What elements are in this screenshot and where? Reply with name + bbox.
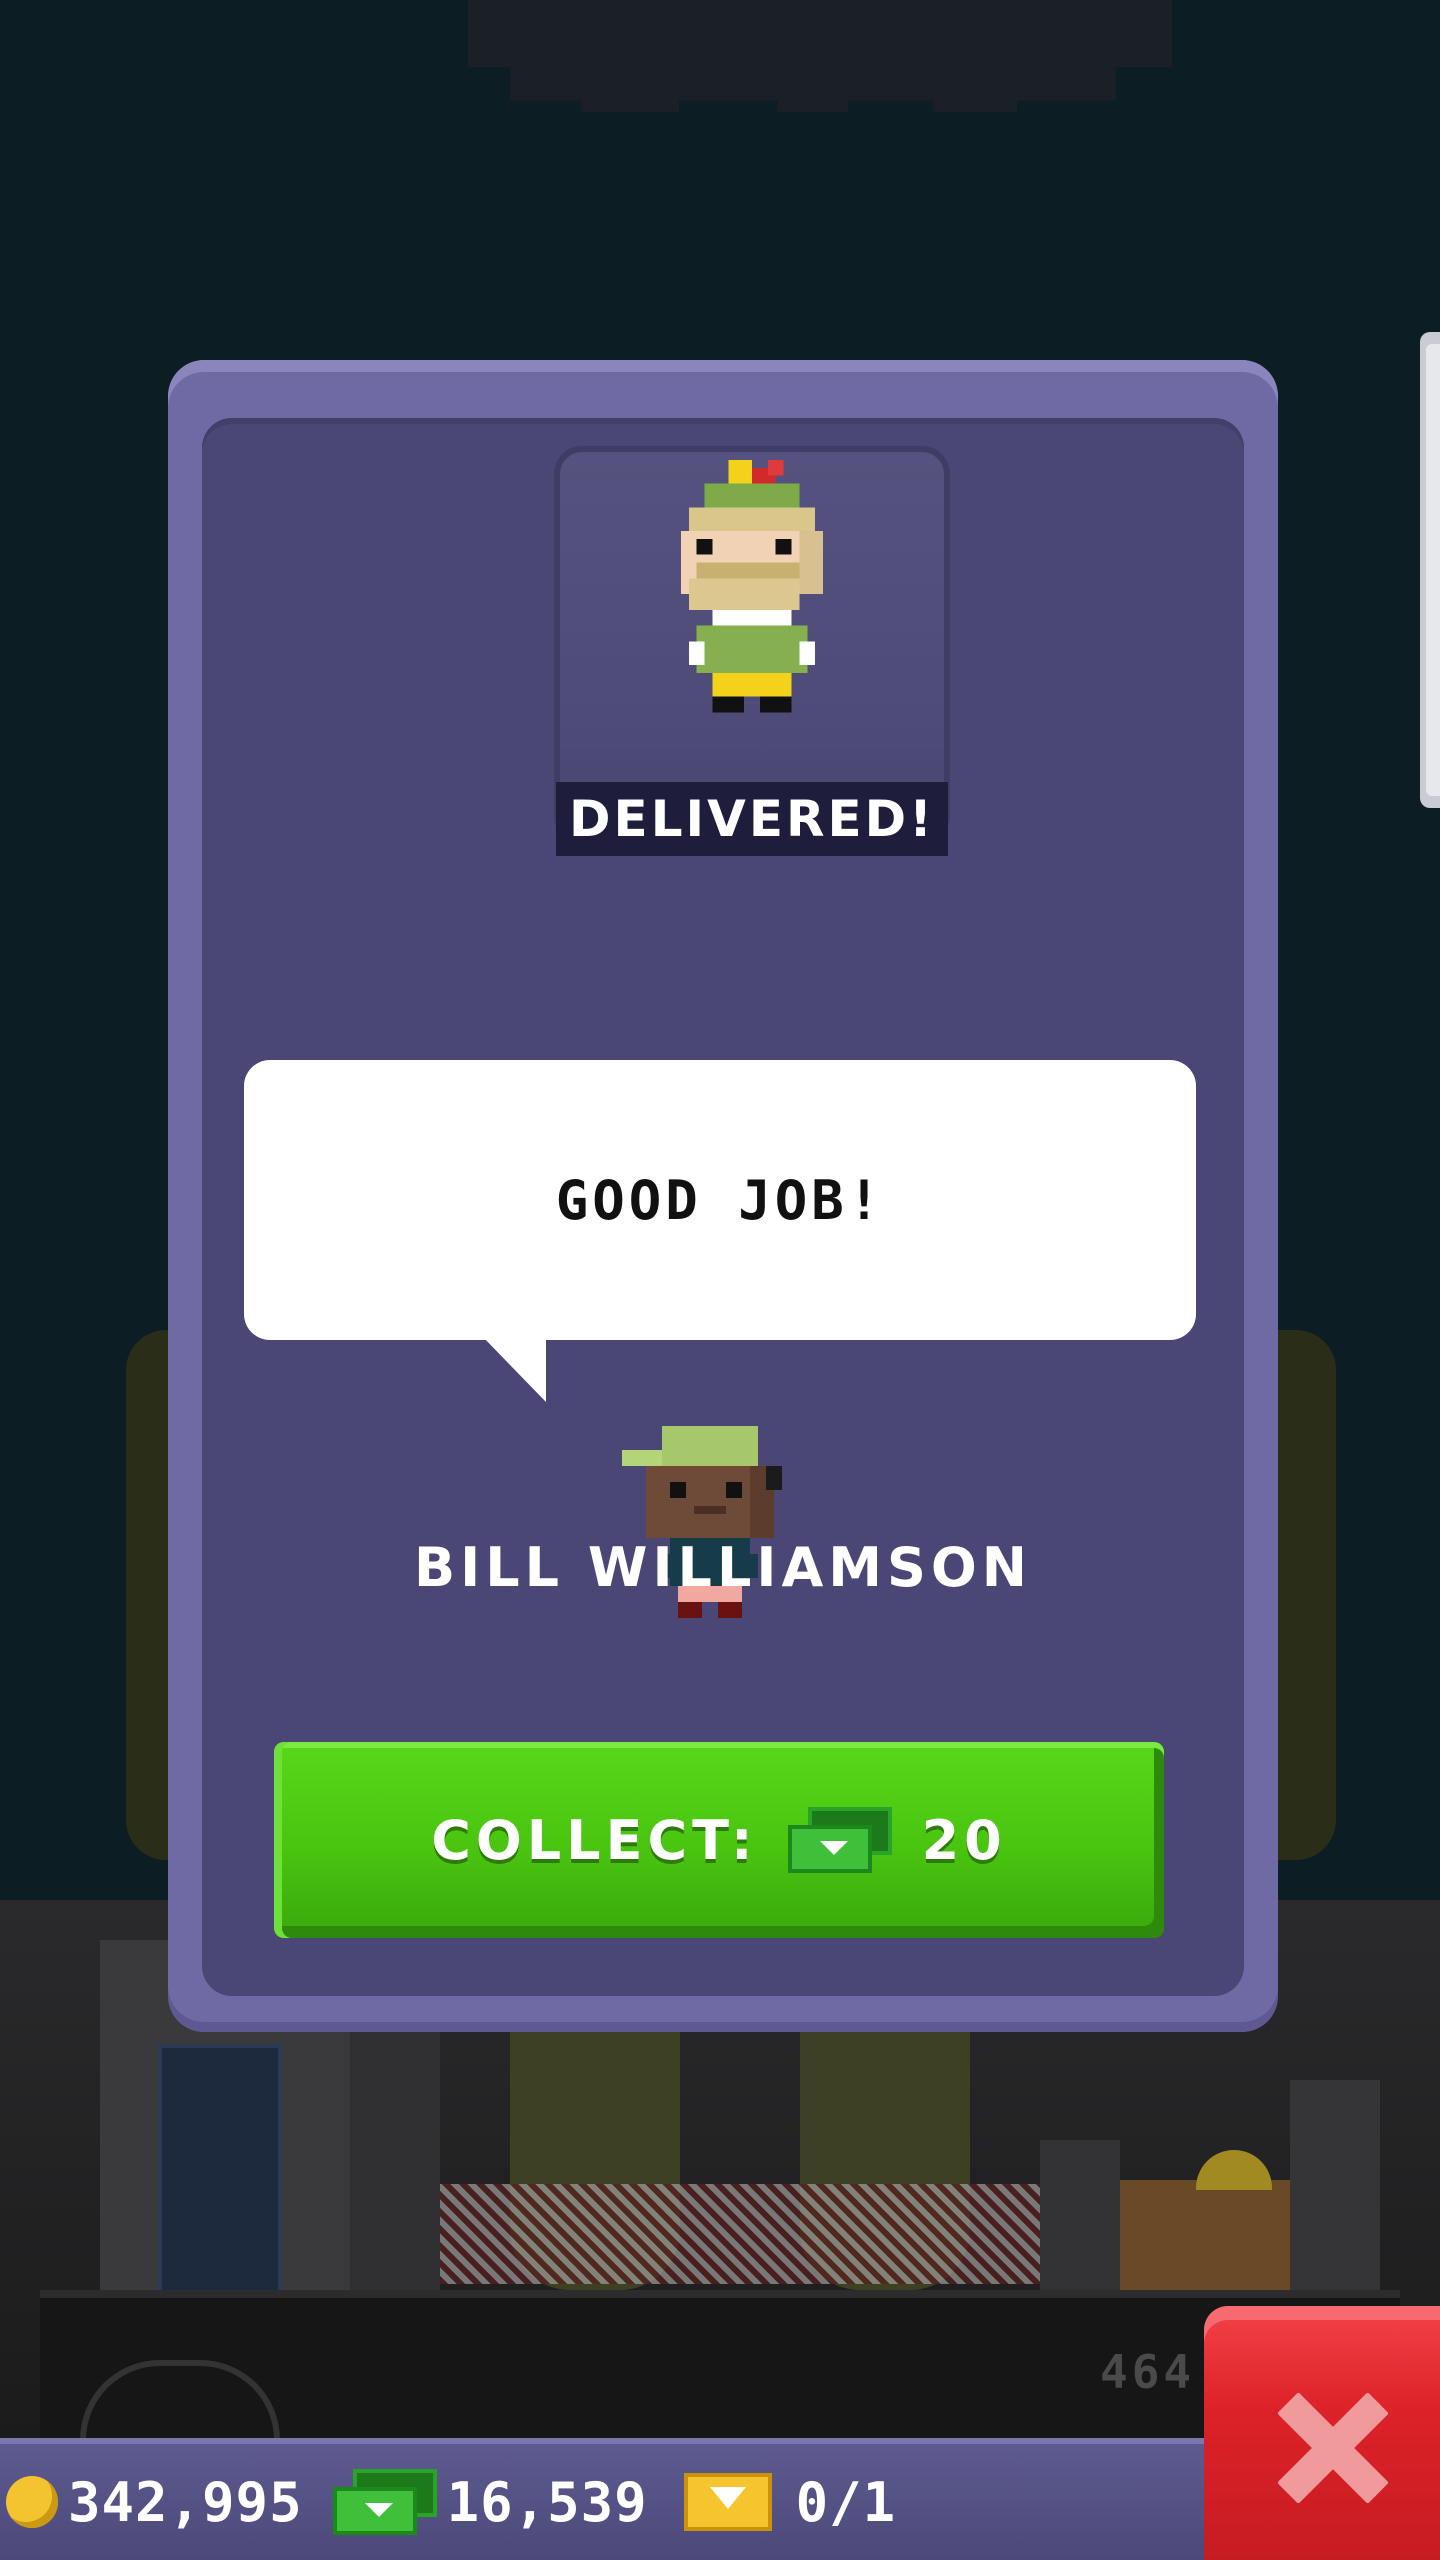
tickets-counter[interactable]: 0/1 [683,2470,897,2534]
lobby-column [1040,2140,1120,2290]
delivered-status-label: DELIVERED! [556,782,948,856]
side-panel-tab[interactable] [1420,332,1440,808]
lobby-column [1290,2080,1380,2290]
coin-icon [6,2476,58,2528]
lobby-column [350,2020,440,2290]
collect-button[interactable]: COLLECT: 20 [274,1742,1164,1938]
coins-amount: 342,995 [68,2470,303,2534]
collect-amount: 20 [921,1808,1007,1872]
speech-bubble-tail [482,1336,546,1402]
close-button[interactable] [1204,2306,1440,2560]
tickets-amount: 0/1 [795,2470,897,2534]
speech-text: GOOD JOB! [555,1168,885,1232]
elf-character-icon [680,459,824,713]
close-icon [1276,2392,1388,2504]
bux-icon [787,1807,892,1873]
speech-bubble: GOOD JOB! [244,1060,1196,1340]
floor-number: 464 [1100,2345,1196,2399]
collect-label: COLLECT: [431,1808,758,1872]
ticket-icon [683,2473,772,2531]
bux-amount: 16,539 [446,2470,648,2534]
npc-name: BILL WILLIAMSON [414,1536,1032,1599]
bux-icon [332,2469,437,2535]
lobby-door [158,2044,282,2294]
bux-counter[interactable]: 16,539 [332,2469,648,2535]
lobby-crate [1120,2180,1290,2290]
lobby-counter [440,2184,1040,2284]
elevator-shaft-top [468,0,1172,112]
coins-counter[interactable]: 342,995 [6,2471,303,2534]
